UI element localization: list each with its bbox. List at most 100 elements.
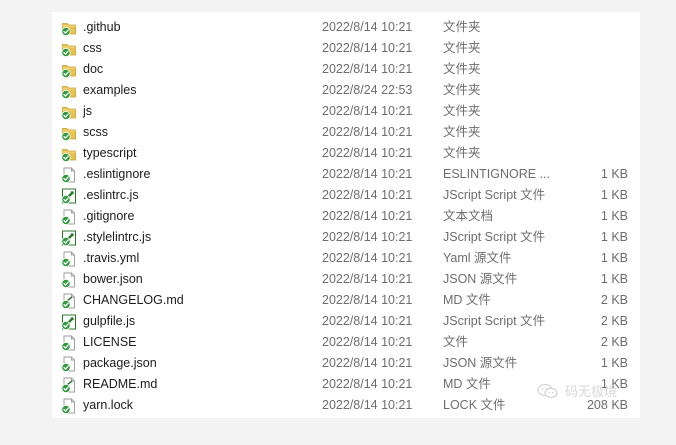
file-type: 文件: [443, 335, 469, 349]
file-type: JSON 源文件: [443, 356, 518, 370]
file-row[interactable]: .github 2022/8/14 10:21 文件夹: [52, 17, 640, 38]
watermark-text: 码无极境: [565, 384, 618, 399]
folder-icon: [61, 44, 76, 57]
file-row[interactable]: css 2022/8/14 10:21 文件夹: [52, 38, 640, 59]
file-icon: [61, 356, 75, 372]
file-name: LICENSE: [83, 335, 137, 349]
file-modified-date: 2022/8/14 10:21: [322, 230, 413, 244]
file-name: bower.json: [83, 272, 143, 286]
file-type: Yaml 源文件: [443, 251, 512, 265]
file-type: MD 文件: [443, 377, 491, 391]
folder-icon: [61, 128, 76, 141]
file-name: .eslintignore: [83, 167, 151, 181]
file-type: 文件夹: [443, 104, 481, 118]
file-modified-date: 2022/8/14 10:21: [322, 272, 413, 286]
file-type: JSON 源文件: [443, 272, 518, 286]
folder-icon: [61, 149, 76, 162]
file-size: 1 KB: [600, 167, 628, 181]
file-name: js: [83, 104, 93, 118]
file-size: 2 KB: [600, 335, 628, 349]
file-icon: [61, 251, 75, 267]
file-row[interactable]: examples 2022/8/24 22:53 文件夹: [52, 80, 640, 101]
file-size: 1 KB: [600, 356, 628, 370]
file-modified-date: 2022/8/14 10:21: [322, 209, 413, 223]
watermark: 码无极境: [537, 381, 617, 400]
file-size: 2 KB: [600, 314, 628, 328]
file-row[interactable]: .gitignore 2022/8/14 10:21 文本文档 1 KB: [52, 206, 640, 227]
file-row[interactable]: .stylelintrc.js 2022/8/14 10:21 JScript Sc…: [52, 227, 640, 248]
file-name: scss: [83, 125, 108, 139]
file-name: CHANGELOG.md: [83, 293, 184, 307]
file-list: .github 2022/8/14 10:21 文件夹 css 2022/8/14 10…: [52, 17, 640, 416]
file-row[interactable]: bower.json 2022/8/14 10:21 JSON 源文件 1 KB: [52, 269, 640, 290]
file-row[interactable]: doc 2022/8/14 10:21 文件夹: [52, 59, 640, 80]
file-modified-date: 2022/8/14 10:21: [322, 356, 413, 370]
file-row[interactable]: js 2022/8/14 10:21 文件夹: [52, 101, 640, 122]
file-list-panel: .github 2022/8/14 10:21 文件夹 css 2022/8/14 10…: [52, 12, 640, 418]
file-row[interactable]: CHANGELOG.md 2022/8/14 10:21 MD 文件 2 KB: [52, 290, 640, 311]
file-size: 1 KB: [600, 272, 628, 286]
file-modified-date: 2022/8/14 10:21: [322, 314, 413, 328]
file-size: 2 KB: [600, 293, 628, 307]
script-file-icon: [61, 314, 76, 330]
file-modified-date: 2022/8/14 10:21: [322, 167, 413, 181]
script-file-icon: [61, 188, 76, 204]
file-modified-date: 2022/8/14 10:21: [322, 293, 413, 307]
file-modified-date: 2022/8/14 10:21: [322, 62, 413, 76]
file-modified-date: 2022/8/14 10:21: [322, 188, 413, 202]
file-modified-date: 2022/8/14 10:21: [322, 41, 413, 55]
file-row[interactable]: package.json 2022/8/14 10:21 JSON 源文件 1 KB: [52, 353, 640, 374]
file-icon: [61, 167, 75, 183]
file-type: 文件夹: [443, 20, 481, 34]
file-modified-date: 2022/8/14 10:21: [322, 335, 413, 349]
file-modified-date: 2022/8/14 10:21: [322, 20, 413, 34]
file-modified-date: 2022/8/14 10:21: [322, 398, 413, 412]
file-name: .github: [83, 20, 121, 34]
file-modified-date: 2022/8/14 10:21: [322, 104, 413, 118]
file-type: 文件夹: [443, 41, 481, 55]
file-row[interactable]: .eslintrc.js 2022/8/14 10:21 JScript Scrip…: [52, 185, 640, 206]
file-row[interactable]: LICENSE 2022/8/14 10:21 文件 2 KB: [52, 332, 640, 353]
folder-icon: [61, 107, 76, 120]
file-row[interactable]: typescript 2022/8/14 10:21 文件夹: [52, 143, 640, 164]
file-modified-date: 2022/8/14 10:21: [322, 251, 413, 265]
file-type: 文件夹: [443, 62, 481, 76]
file-modified-date: 2022/8/14 10:21: [322, 146, 413, 160]
file-modified-date: 2022/8/14 10:21: [322, 377, 413, 391]
file-row[interactable]: gulpfile.js 2022/8/14 10:21 JScript Script…: [52, 311, 640, 332]
file-modified-date: 2022/8/24 22:53: [322, 83, 413, 97]
file-name: package.json: [83, 356, 157, 370]
md-file-icon: [61, 377, 75, 393]
file-name: typescript: [83, 146, 137, 160]
file-size: 1 KB: [600, 209, 628, 223]
file-row[interactable]: scss 2022/8/14 10:21 文件夹: [52, 122, 640, 143]
file-size: 1 KB: [600, 188, 628, 202]
file-icon: [61, 335, 75, 351]
file-type: MD 文件: [443, 293, 491, 307]
file-name: .stylelintrc.js: [83, 230, 152, 244]
wechat-icon: [537, 383, 558, 398]
folder-icon: [61, 23, 76, 36]
file-size: 1 KB: [600, 251, 628, 265]
file-icon: [61, 272, 75, 288]
file-name: doc: [83, 62, 104, 76]
file-name: .gitignore: [83, 209, 135, 223]
md-file-icon: [61, 293, 75, 309]
file-type: 文件夹: [443, 125, 481, 139]
file-name: css: [83, 41, 102, 55]
file-name: examples: [83, 83, 137, 97]
file-name: gulpfile.js: [83, 314, 136, 328]
file-icon: [61, 398, 75, 414]
folder-icon: [61, 65, 76, 78]
file-name: README.md: [83, 377, 158, 391]
file-row[interactable]: .eslintignore 2022/8/14 10:21 ESLINTIGNORE…: [52, 164, 640, 185]
file-type: 文件夹: [443, 83, 481, 97]
folder-icon: [61, 86, 76, 99]
file-icon: [61, 209, 75, 225]
file-name: .travis.yml: [83, 251, 140, 265]
file-row[interactable]: .travis.yml 2022/8/14 10:21 Yaml 源文件 1 KB: [52, 248, 640, 269]
file-modified-date: 2022/8/14 10:21: [322, 125, 413, 139]
file-type: 文本文档: [443, 209, 494, 223]
file-type: LOCK 文件: [443, 398, 506, 412]
file-size: 1 KB: [600, 230, 628, 244]
